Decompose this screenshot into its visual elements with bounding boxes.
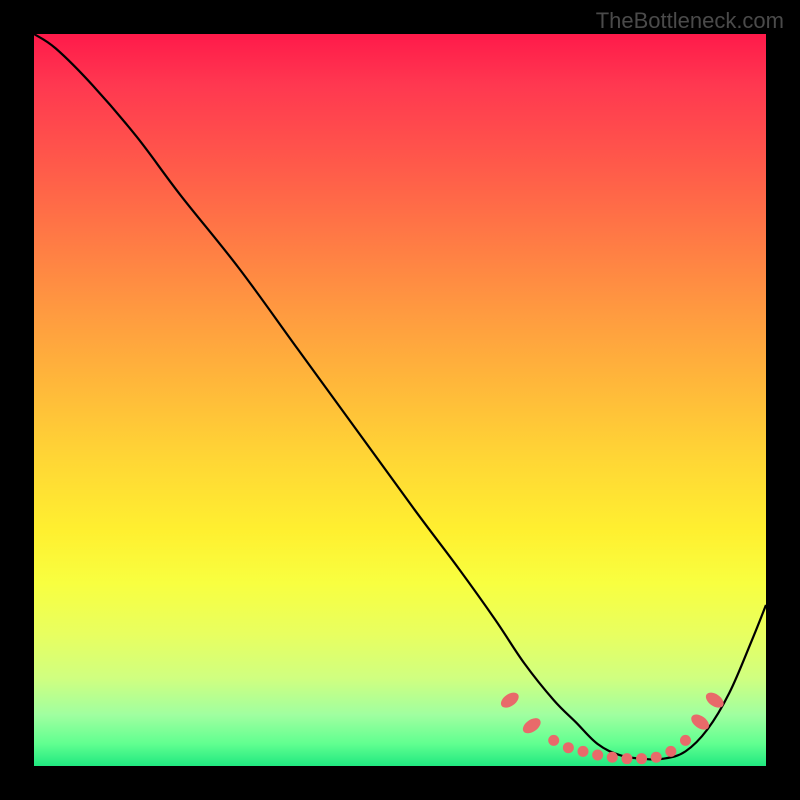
- marker-dot: [636, 753, 647, 764]
- bottleneck-curve: [34, 34, 766, 759]
- marker-dot: [592, 750, 603, 761]
- watermark-text: TheBottleneck.com: [596, 8, 784, 34]
- marker-dot: [578, 746, 589, 757]
- marker-dot: [498, 689, 521, 710]
- marker-dot: [665, 746, 676, 757]
- plot-area: [34, 34, 766, 766]
- marker-dot: [621, 753, 632, 764]
- marker-dot: [563, 742, 574, 753]
- marker-dot: [548, 735, 559, 746]
- marker-dot: [680, 735, 691, 746]
- marker-dot: [651, 752, 662, 763]
- chart-svg: [34, 34, 766, 766]
- marker-dot: [520, 715, 543, 736]
- optimal-zone-markers: [498, 689, 726, 764]
- marker-dot: [703, 689, 726, 710]
- marker-dot: [607, 752, 618, 763]
